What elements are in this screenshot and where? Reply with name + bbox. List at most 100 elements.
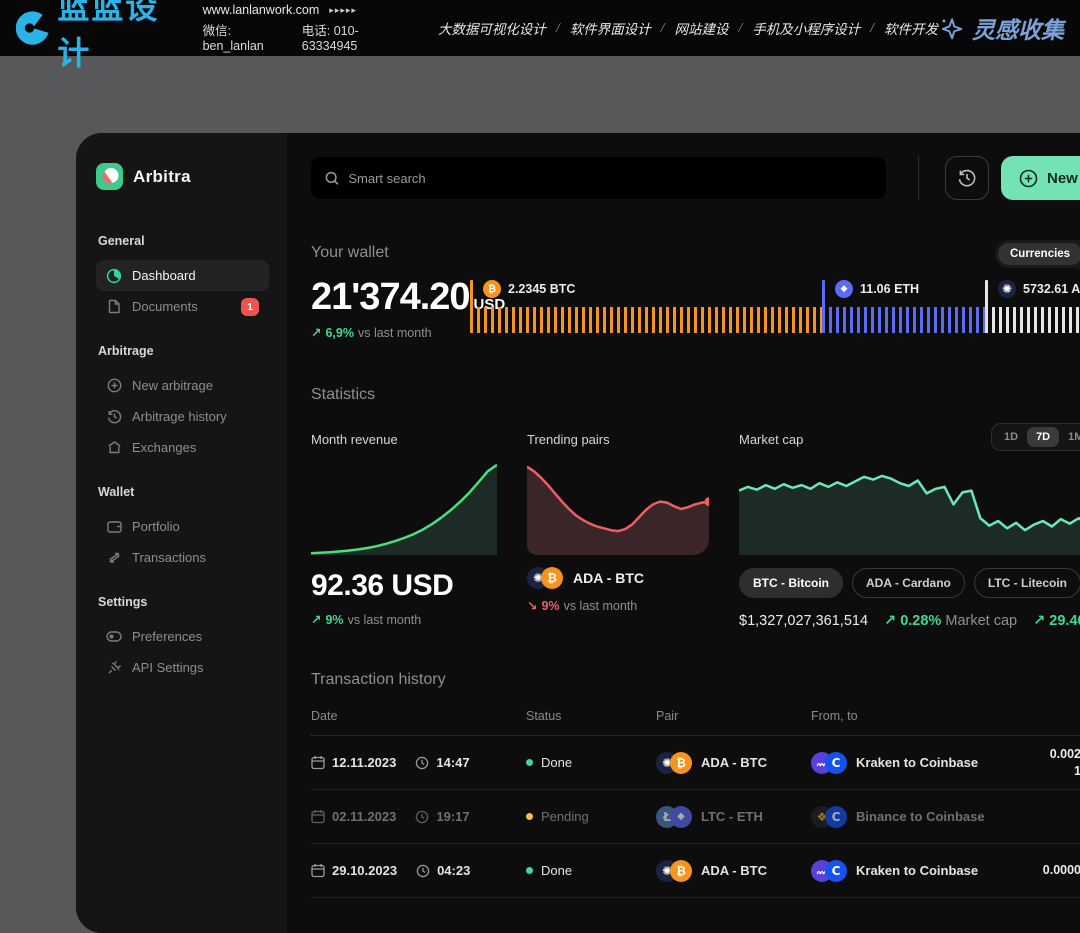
ada-icon: ✺ (998, 280, 1016, 298)
sidebar-item-exchanges[interactable]: Exchanges (96, 432, 269, 463)
sidebar-item-new-arbitrage[interactable]: New arbitrage (96, 370, 269, 401)
trending-pairs-label: Trending pairs (527, 432, 709, 447)
trending-pairs-card: Trending pairs ✺ ₿ ADA - BTC ↘ 9% (527, 432, 709, 629)
btc-icon: ₿ (670, 752, 692, 774)
toggle-icon (106, 629, 122, 645)
range-1d[interactable]: 1D (995, 427, 1027, 447)
route-label: Kraken to Coinbase (856, 863, 978, 878)
col-route: From, to (811, 709, 1011, 723)
document-icon (106, 299, 122, 315)
pair-label: ADA - BTC (701, 755, 767, 770)
up-arrow-icon: ↗ (311, 325, 321, 340)
app-window: Arbitra General Dashboard Documents 1 Ar… (76, 133, 1080, 933)
btc-icon: ₿ (541, 567, 563, 589)
wallet-section: Your wallet Currencies Exchanges 21'374.… (311, 244, 1080, 340)
new-arbitrage-button[interactable]: New arbitrage (1001, 156, 1080, 200)
site-contact: www.lanlanwork.com ▸▸▸▸▸ 微信: ben_lanlan … (203, 3, 400, 53)
month-revenue-chart (311, 463, 497, 555)
sidebar-item-preferences[interactable]: Preferences (96, 621, 269, 652)
holding-label: 11.06 ETH (860, 282, 919, 296)
sidebar-item-label: Arbitrage history (132, 409, 227, 424)
status-dot-done (526, 759, 533, 766)
sidebar-item-transactions[interactable]: Transactions (96, 542, 269, 573)
trending-pair-label: ADA - BTC (573, 570, 644, 586)
sidebar-item-dashboard[interactable]: Dashboard (96, 260, 269, 291)
site-url[interactable]: www.lanlanwork.com (203, 3, 320, 17)
history-icon (957, 168, 977, 188)
site-services: 大数据可视化设计 / 软件界面设计 / 网站建设 / 手机及小程序设计 / 软件… (438, 18, 938, 38)
pill-ltc-litecoin[interactable]: LTC - Litecoin (974, 568, 1080, 598)
btc-icon: ₿ (483, 280, 501, 298)
month-revenue-card: Month revenue 92.36 USD ↗ 9% vs last mon… (311, 432, 497, 629)
sidebar: Arbitra General Dashboard Documents 1 Ar… (76, 133, 287, 933)
sidebar-item-label: Dashboard (132, 268, 196, 283)
sidebar-item-api-settings[interactable]: API Settings (96, 652, 269, 683)
search-input[interactable] (348, 171, 872, 186)
clock-icon (415, 756, 429, 770)
transaction-history-title: Transaction history (311, 671, 1080, 689)
wallet-delta: ↗ 6,9% vs last month (311, 325, 470, 340)
sidebar-item-label: Exchanges (132, 440, 196, 455)
table-row[interactable]: 29.10.2023 04:23 Done ✺ ₿ ADA - BTC (311, 844, 1080, 898)
section-label: Settings (98, 595, 269, 609)
clock-icon (416, 864, 430, 878)
eth-icon: ◆ (835, 280, 853, 298)
plug-icon (106, 660, 122, 676)
sidebar-item-label: New arbitrage (132, 378, 213, 393)
toggle-currencies[interactable]: Currencies (998, 243, 1080, 265)
lanlan-logo-icon (16, 9, 49, 47)
range-7d[interactable]: 7D (1027, 427, 1059, 447)
search-bar[interactable] (311, 157, 886, 199)
statistics-title: Statistics (311, 386, 1080, 404)
site-wechat: 微信: ben_lanlan (203, 20, 284, 53)
exchange-icons: C (811, 752, 847, 774)
holdings-bar: ₿ 2.2345 BTC ◆ 11.06 ETH (470, 280, 1080, 340)
up-arrow-icon: ↗ (884, 613, 896, 629)
table-row[interactable]: 02.11.2023 19:17 Pending Ł ◆ LTC - ETH (311, 790, 1080, 844)
table-row[interactable]: 12.11.2023 14:47 Done ✺ ₿ ADA - BTC (311, 736, 1080, 790)
sidebar-item-documents[interactable]: Documents 1 (96, 291, 269, 322)
sidebar-item-label: Portfolio (132, 519, 180, 534)
bank-icon (106, 440, 122, 456)
transactions-table: Date Status Pair From, to 12.11.2023 14:… (311, 709, 1080, 898)
wallet-balance: 21'374.20USD (311, 278, 470, 316)
calendar-icon (311, 755, 325, 770)
sidebar-item-portfolio[interactable]: Portfolio (96, 511, 269, 542)
market-cap-stats: $1,327,027,361,514 ↗ 0.28% Market cap ↗ … (739, 613, 1080, 629)
sidebar-item-label: Preferences (132, 629, 202, 644)
main-content: New arbitrage Your wallet Currencies Exc… (287, 133, 1080, 933)
pair-icons: ✺ ₿ (656, 752, 692, 774)
down-arrow-icon: ↘ (527, 598, 537, 613)
pill-ada-cardano[interactable]: ADA - Cardano (852, 568, 965, 598)
holding-segment-eth[interactable]: ◆ 11.06 ETH (822, 280, 985, 340)
statistics-section: Statistics Month revenue 92.36 USD ↗ 9% … (311, 386, 1080, 629)
service-item: 大数据可视化设计 (438, 18, 546, 38)
sidebar-section-general: General Dashboard Documents 1 (96, 234, 269, 322)
exchange-icons: C (811, 860, 847, 882)
eth-icon: ◆ (670, 806, 692, 828)
market-cap-value: $1,327,027,361,514 (739, 613, 868, 629)
pill-btc-bitcoin[interactable]: BTC - Bitcoin (739, 568, 843, 598)
holding-segment-btc[interactable]: ₿ 2.2345 BTC (470, 280, 822, 340)
sidebar-item-label: Transactions (132, 550, 206, 565)
col-status: Status (526, 709, 656, 723)
service-item: 软件开发 (884, 18, 938, 38)
inspiration-collect[interactable]: 灵感收集 (938, 11, 1064, 45)
site-logo[interactable]: 蓝蓝设计 (16, 0, 177, 74)
range-1m[interactable]: 1M (1059, 427, 1080, 447)
holding-label: 5732.61 ADA (1023, 282, 1080, 296)
service-separator: / (661, 20, 665, 36)
sidebar-item-arbitrage-history[interactable]: Arbitrage history (96, 401, 269, 432)
up-arrow-icon: ↗ (1033, 613, 1045, 629)
month-revenue-label: Month revenue (311, 432, 497, 447)
market-cap-chart (739, 463, 1080, 555)
history-button[interactable] (945, 156, 989, 200)
wallet-title: Your wallet (311, 244, 1080, 262)
section-label: Wallet (98, 485, 269, 499)
app-logo[interactable]: Arbitra (96, 163, 269, 190)
status-dot-pending (526, 813, 533, 820)
month-revenue-delta: ↗ 9% vs last month (311, 612, 497, 627)
holding-segment-ada[interactable]: ✺ 5732.61 ADA (985, 280, 1080, 340)
transaction-history-section: Transaction history Date Status Pair Fro… (311, 671, 1080, 898)
coinbase-icon: C (825, 806, 847, 828)
